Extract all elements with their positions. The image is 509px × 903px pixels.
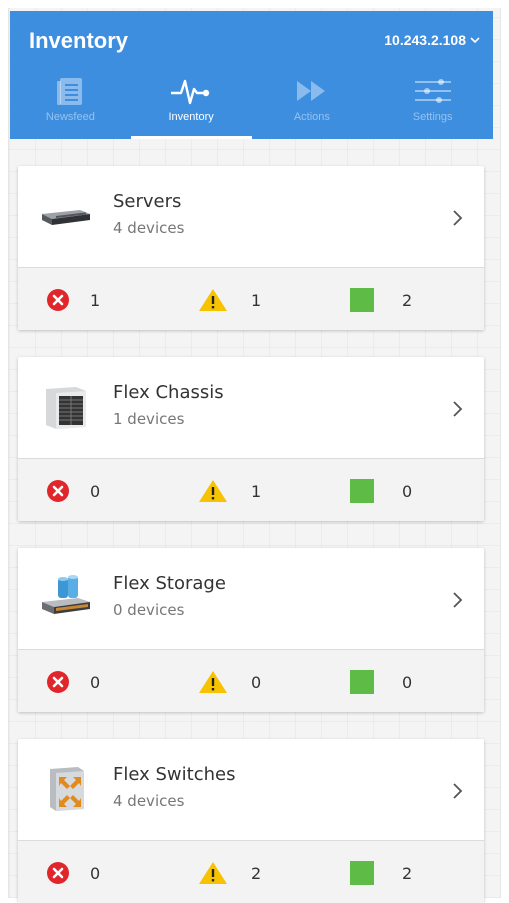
warning-icon	[199, 289, 227, 311]
tab-newsfeed[interactable]: Newsfeed	[10, 71, 131, 139]
ok-count-value: 0	[402, 672, 413, 692]
error-icon	[47, 862, 69, 884]
warning-count-value: 1	[251, 481, 262, 501]
ok-square-icon	[350, 670, 374, 694]
tab-actions[interactable]: Actions	[252, 71, 373, 139]
warning-icon	[199, 671, 227, 693]
inventory-card-servers: Servers 4 devices 1 1 2	[18, 166, 484, 330]
pulse-icon	[171, 79, 210, 105]
ok-square-icon	[350, 861, 374, 885]
card-status-bar: 1 1 2	[18, 268, 484, 330]
ok-count[interactable]: 2	[350, 861, 412, 885]
warning-count-value: 0	[251, 672, 262, 692]
tab-inventory[interactable]: Inventory	[130, 71, 252, 139]
card-title: Flex Switches	[113, 764, 236, 785]
fast-forward-icon	[296, 81, 325, 101]
warning-count[interactable]: 1	[198, 479, 261, 503]
card-subtitle: 1 devices	[113, 410, 185, 428]
error-count[interactable]: 0	[46, 861, 100, 885]
card-header[interactable]: Flex Storage 0 devices	[18, 548, 484, 650]
ok-square-icon	[350, 479, 374, 503]
ok-count[interactable]: 2	[350, 288, 412, 312]
header-bar: Inventory 10.243.2.108 Newsfeed Inventor…	[10, 11, 493, 139]
chevron-right-icon	[453, 210, 463, 226]
ok-count-value: 2	[402, 290, 413, 310]
chevron-right-icon	[453, 592, 463, 608]
ok-count[interactable]: 0	[350, 670, 412, 694]
tab-label: Inventory	[168, 111, 214, 123]
card-title: Flex Storage	[113, 573, 226, 594]
card-subtitle: 4 devices	[113, 792, 185, 810]
error-count[interactable]: 0	[46, 670, 100, 694]
warning-count[interactable]: 1	[198, 288, 261, 312]
ok-count-value: 2	[402, 863, 413, 883]
tab-settings[interactable]: Settings	[372, 71, 493, 139]
warning-icon	[199, 862, 227, 884]
card-header[interactable]: Flex Chassis 1 devices	[18, 357, 484, 459]
inventory-card-flex-switches: Flex Switches 4 devices 0 2 2	[18, 739, 484, 903]
host-label: 10.243.2.108	[384, 32, 466, 48]
newsfeed-icon	[57, 78, 83, 105]
warning-count[interactable]: 2	[198, 861, 261, 885]
tab-label: Newsfeed	[45, 111, 95, 123]
error-icon	[47, 480, 69, 502]
chevron-down-icon	[470, 37, 480, 44]
error-count-value: 0	[90, 481, 101, 501]
card-header[interactable]: Flex Switches 4 devices	[18, 739, 484, 841]
chevron-right-icon	[453, 783, 463, 799]
warning-count-value: 2	[251, 863, 262, 883]
error-count-value: 0	[90, 672, 101, 692]
card-status-bar: 0 2 2	[18, 841, 484, 903]
warning-count-value: 1	[251, 290, 262, 310]
card-subtitle: 4 devices	[113, 219, 185, 237]
card-status-bar: 0 1 0	[18, 459, 484, 521]
card-title: Servers	[113, 191, 182, 212]
server-icon	[42, 210, 90, 225]
error-icon	[47, 671, 69, 693]
ok-square-icon	[350, 288, 374, 312]
ok-count-value: 0	[402, 481, 413, 501]
chevron-right-icon	[453, 401, 463, 417]
sliders-icon	[414, 79, 451, 103]
storage-icon	[42, 575, 90, 614]
switch-icon	[50, 767, 84, 811]
card-title: Flex Chassis	[113, 382, 224, 403]
card-header[interactable]: Servers 4 devices	[18, 166, 484, 268]
inventory-card-flex-storage: Flex Storage 0 devices 0 0 0	[18, 548, 484, 712]
warning-icon	[199, 480, 227, 502]
warning-count[interactable]: 0	[198, 670, 261, 694]
inventory-card-flex-chassis: Flex Chassis 1 devices 0 1 0	[18, 357, 484, 521]
error-icon	[47, 289, 69, 311]
error-count-value: 1	[90, 290, 101, 310]
tab-label: Settings	[412, 111, 453, 123]
ok-count[interactable]: 0	[350, 479, 412, 503]
tab-label: Actions	[293, 111, 330, 123]
card-subtitle: 0 devices	[113, 601, 185, 619]
card-status-bar: 0 0 0	[18, 650, 484, 712]
error-count[interactable]: 0	[46, 479, 100, 503]
tab-bar: Newsfeed Inventory Actions Settings	[10, 71, 493, 139]
chassis-icon	[46, 387, 86, 429]
error-count-value: 0	[90, 863, 101, 883]
error-count[interactable]: 1	[46, 288, 100, 312]
page-title: Inventory	[29, 28, 129, 53]
host-selector[interactable]: 10.243.2.108	[384, 32, 481, 48]
